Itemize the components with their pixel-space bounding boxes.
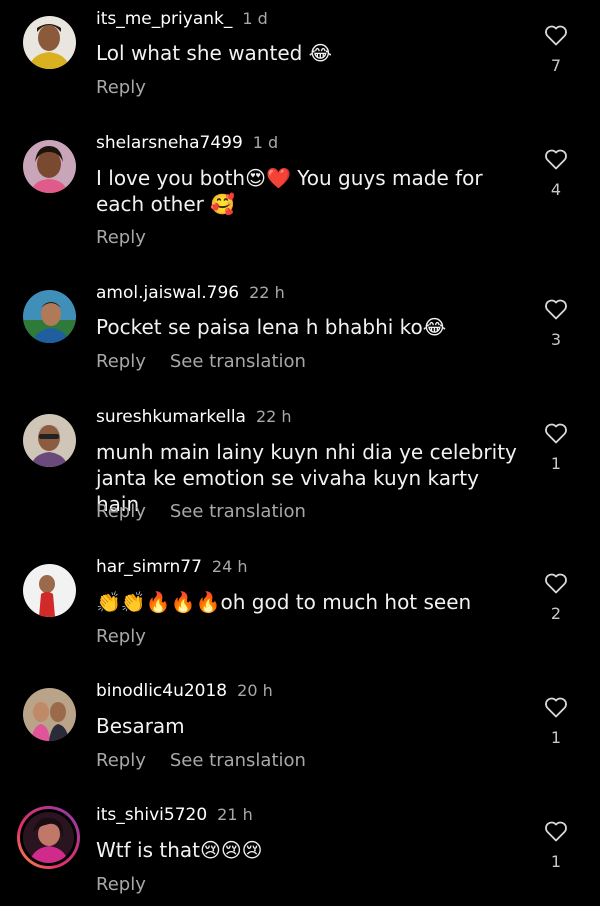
comment-username[interactable]: sureshkumarkella <box>96 407 246 427</box>
heart-icon[interactable] <box>544 148 568 170</box>
heart-icon[interactable] <box>544 820 568 842</box>
reply-button[interactable]: Reply <box>96 77 146 98</box>
like-count: 2 <box>550 604 562 623</box>
like-count: 4 <box>550 180 562 199</box>
avatar[interactable] <box>23 414 76 467</box>
avatar <box>23 812 74 863</box>
avatar[interactable] <box>23 290 76 343</box>
comment-time: 24 h <box>211 557 248 576</box>
like-count: 7 <box>550 56 562 75</box>
comment-text: Lol what she wanted 😂 <box>96 41 333 65</box>
heart-icon[interactable] <box>544 696 568 718</box>
like-count: 1 <box>550 728 562 747</box>
comment-time: 22 h <box>249 283 285 302</box>
comment-username[interactable]: shelarsneha7499 <box>96 133 243 153</box>
reply-button[interactable]: Reply <box>96 750 146 771</box>
heart-icon[interactable] <box>544 572 568 594</box>
avatar-story-ring[interactable] <box>17 806 80 869</box>
comment-text: I love you both😍❤️ You guys made for eac… <box>96 166 483 216</box>
reply-button[interactable]: Reply <box>96 501 146 522</box>
reply-button[interactable]: Reply <box>96 227 146 248</box>
see-translation-button[interactable]: See translation <box>170 351 306 372</box>
comment-username[interactable]: har_simrn77 <box>96 557 202 577</box>
story-ring-gap <box>20 809 77 866</box>
comment-time: 21 h <box>217 805 253 824</box>
comment-time: 1 d <box>242 9 268 28</box>
reply-button[interactable]: Reply <box>96 874 146 895</box>
avatar[interactable] <box>23 688 76 741</box>
comment-time: 20 h <box>237 681 273 700</box>
reply-button[interactable]: Reply <box>96 626 146 647</box>
heart-icon[interactable] <box>544 422 568 444</box>
avatar[interactable] <box>23 564 76 617</box>
comment-username[interactable]: its_me_priyank_ <box>96 9 232 29</box>
heart-icon[interactable] <box>544 298 568 320</box>
see-translation-button[interactable]: See translation <box>170 501 306 522</box>
comment-time: 1 d <box>252 133 279 152</box>
comment-username[interactable]: amol.jaiswal.796 <box>96 283 239 303</box>
heart-icon[interactable] <box>544 24 568 46</box>
comment-text: Wtf is that😢😢😢 <box>96 838 263 862</box>
comment-text: 👏👏🔥🔥🔥oh god to much hot seen <box>96 590 472 614</box>
comment-username[interactable]: binodlic4u2018 <box>96 681 227 701</box>
avatar[interactable] <box>23 16 76 69</box>
avatar[interactable] <box>23 140 76 193</box>
see-translation-button[interactable]: See translation <box>170 750 306 771</box>
comment-text: Besaram <box>96 714 185 738</box>
like-count: 1 <box>550 454 562 473</box>
comment-username[interactable]: its_shivi5720 <box>96 805 207 825</box>
reply-button[interactable]: Reply <box>96 351 146 372</box>
like-count: 3 <box>550 330 562 349</box>
like-count: 1 <box>550 852 562 871</box>
comment-time: 22 h <box>255 407 292 426</box>
comment-text: Pocket se paisa lena h bhabhi ko😂 <box>96 315 447 339</box>
